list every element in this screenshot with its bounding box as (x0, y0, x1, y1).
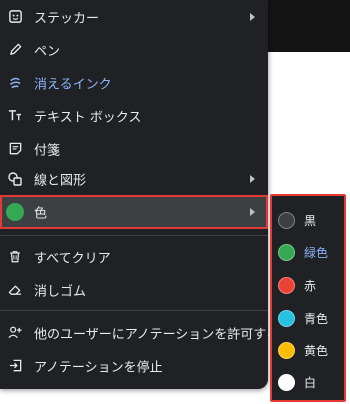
text-box-icon (7, 108, 23, 124)
exit-icon (7, 358, 23, 374)
menu-item-sticker[interactable]: ステッカー (0, 0, 268, 33)
color-name: 緑色 (304, 245, 329, 260)
color-palette-submenu: 黒 緑色 赤 青色 黄色 白 (270, 194, 346, 402)
menu-item-label: 色 (34, 206, 48, 222)
color-name: 赤 (304, 278, 317, 293)
color-name: 黄色 (304, 343, 329, 358)
add-person-icon (7, 325, 23, 341)
menu-item-disappearing-ink[interactable]: 消えるインク (0, 66, 268, 99)
menu-divider (0, 310, 268, 311)
color-option-blue[interactable]: 青色 (278, 303, 342, 333)
menu-item-label: 消えるインク (34, 77, 112, 92)
menu-item-label: ステッカー (34, 11, 100, 26)
sticker-icon (7, 9, 23, 25)
menu-item-allow-others-annotate[interactable]: 他のユーザーにアノテーションを許可する (0, 316, 279, 349)
chevron-right-icon (250, 174, 255, 183)
color-swatch (278, 243, 295, 261)
color-name: 青色 (304, 311, 329, 326)
pen-icon (7, 42, 23, 58)
chevron-right-icon (250, 208, 255, 216)
color-swatch (278, 211, 295, 229)
color-option-yellow[interactable]: 黄色 (278, 335, 342, 365)
color-name: 黒 (304, 213, 317, 228)
sticky-note-icon (7, 141, 23, 157)
menu-item-pen[interactable]: ペン (0, 33, 268, 66)
menu-item-text-box[interactable]: テキスト ボックス (0, 99, 268, 132)
menu-item-label: 他のユーザーにアノテーションを許可する (34, 327, 280, 342)
color-swatch (278, 276, 295, 294)
background-dark-area (268, 0, 350, 52)
color-swatch (278, 341, 295, 359)
menu-item-color[interactable]: 色 (0, 195, 268, 229)
menu-item-lines-shapes[interactable]: 線と図形 (0, 162, 268, 195)
menu-item-label: ペン (34, 44, 61, 59)
chevron-right-icon (250, 12, 255, 21)
shapes-icon (7, 171, 23, 187)
annotation-menu: ステッカー ペン 消えるインク テキスト ボックス 付箋 線と図形 色 すべてク… (0, 0, 279, 389)
menu-item-clear-all[interactable]: すべてクリア (0, 240, 268, 273)
menu-item-label: 付箋 (34, 143, 61, 158)
disappearing-ink-icon (7, 75, 23, 91)
menu-item-label: 消しゴム (34, 284, 87, 299)
menu-item-label: テキスト ボックス (34, 110, 142, 125)
trash-icon (7, 249, 23, 265)
color-name: 白 (304, 375, 317, 390)
color-option-white[interactable]: 白 (278, 367, 342, 397)
menu-item-label: すべてクリア (34, 251, 111, 266)
menu-item-label: アノテーションを停止 (34, 360, 163, 375)
color-swatch (278, 309, 295, 327)
menu-item-sticky-note[interactable]: 付箋 (0, 132, 268, 165)
menu-item-stop-annotation[interactable]: アノテーションを停止 (0, 349, 268, 382)
color-dot-icon (5, 202, 25, 222)
color-option-black[interactable]: 黒 (278, 205, 342, 235)
menu-item-label: 線と図形 (34, 173, 87, 188)
eraser-icon (7, 282, 23, 298)
menu-item-eraser[interactable]: 消しゴム (0, 273, 268, 306)
color-option-green[interactable]: 緑色 (278, 237, 342, 267)
color-swatch (278, 373, 295, 391)
color-option-red[interactable]: 赤 (278, 270, 342, 300)
menu-divider (0, 235, 268, 236)
